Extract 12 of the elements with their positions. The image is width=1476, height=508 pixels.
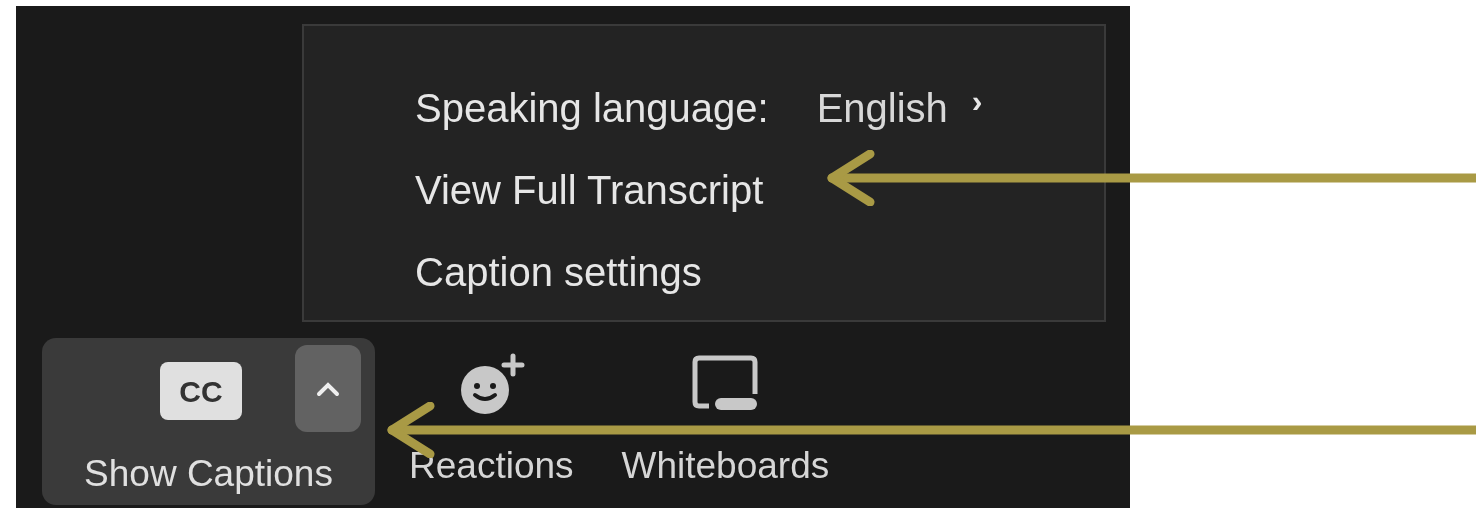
toolbar-button[interactable]: Whiteboards xyxy=(607,338,844,505)
button-label: Whiteboards xyxy=(621,444,830,488)
menu-item[interactable]: Speaking language: English › xyxy=(415,78,1104,138)
menu-item[interactable]: View Full Transcript xyxy=(415,160,1104,220)
caret-icon xyxy=(316,380,340,397)
menu-item[interactable]: Caption settings xyxy=(415,242,1104,302)
button-label: Reactions xyxy=(409,444,574,488)
caret-button[interactable] xyxy=(295,345,361,432)
cc-icon: CC xyxy=(160,362,242,420)
button-label: Show Captions xyxy=(84,452,333,496)
toolbar-button[interactable]: Reactions xyxy=(395,338,588,505)
captions-toolbar-button[interactable]: CC Show Captions xyxy=(42,338,375,505)
